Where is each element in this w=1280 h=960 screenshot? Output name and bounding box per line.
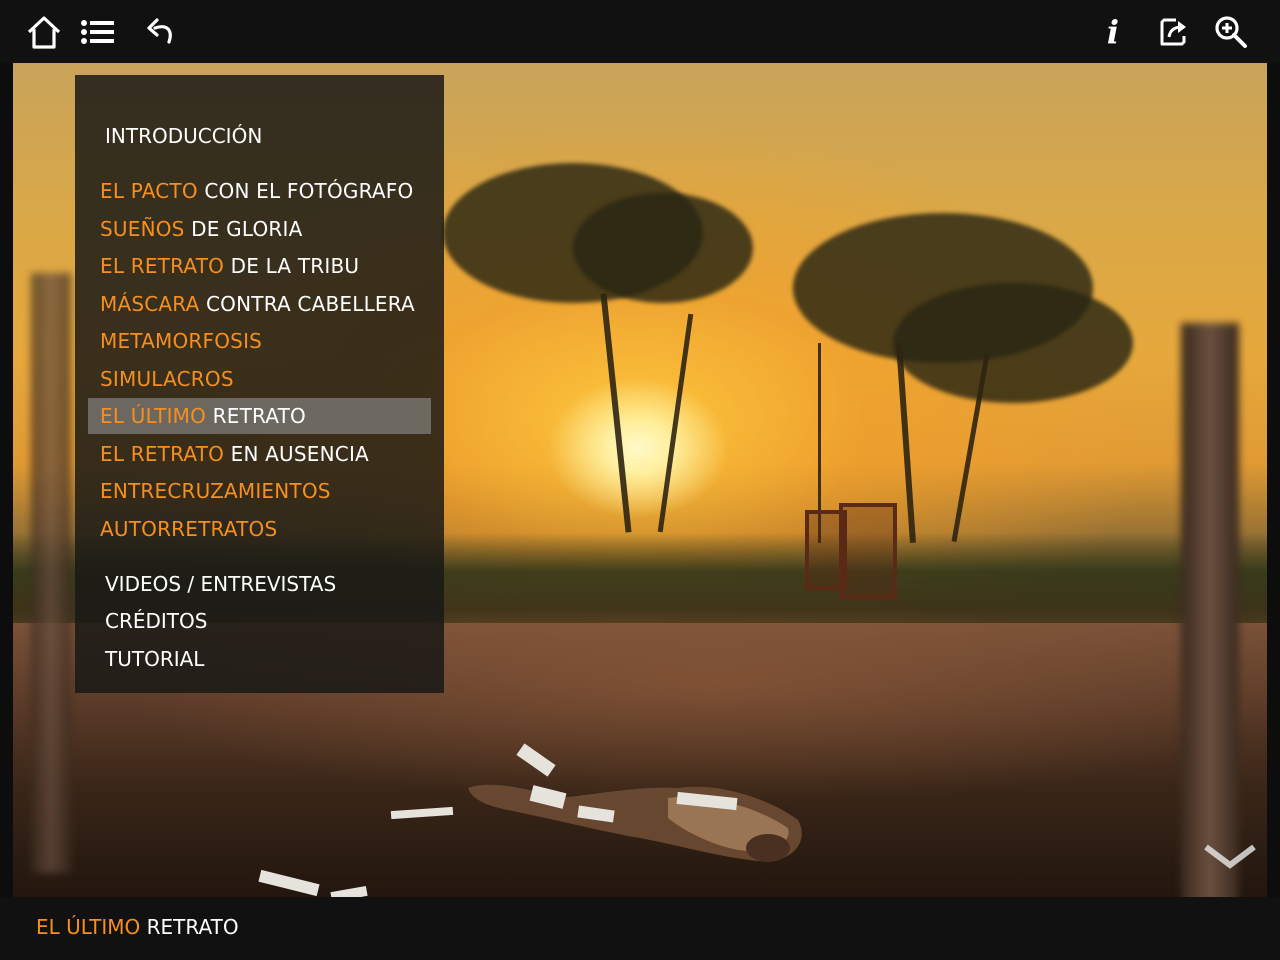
chapter-rest: RETRATO [206,404,306,428]
menu-item-chapter[interactable]: AUTORRETRATOS [100,516,277,542]
chapter-highlight: METAMORFOSIS [100,329,263,353]
menu-item-chapter[interactable]: EL RETRATO EN AUSENCIA [100,441,369,467]
chapter-rest: DE GLORIA [184,217,303,241]
chapter-rest: CONTRA CABELLERA [199,292,415,316]
list-icon[interactable] [78,12,118,52]
chapter-rest: CON EL FOTÓGRAFO [197,179,414,203]
chapter-rest: DE LA TRIBU [224,254,360,278]
menu-item-chapter[interactable]: METAMORFOSIS [100,328,262,354]
lying-figure [468,784,802,862]
menu-item-chapter[interactable]: ENTRECRUZAMIENTOS [100,478,331,504]
chapter-highlight: SUEÑOS [100,217,185,241]
menu-item-chapter-selected[interactable]: EL ÚLTIMO RETRATO [100,403,306,429]
chevron-down-icon[interactable] [1203,843,1257,877]
home-icon[interactable] [24,12,64,52]
top-toolbar: i [0,0,1280,63]
chapter-highlight: AUTORRETRATOS [100,517,278,541]
menu-item-tutorial[interactable]: TUTORIAL [105,646,204,672]
menu-item-introduccion[interactable]: INTRODUCCIÓN [105,123,262,149]
menu-item-videos[interactable]: VIDEOS / ENTREVISTAS [105,571,336,597]
chapter-highlight: EL RETRATO [100,254,225,278]
menu-item-chapter[interactable]: EL RETRATO DE LA TRIBU [100,253,359,279]
menu-item-creditos[interactable]: CRÉDITOS [105,608,207,634]
tree-trunk [600,293,632,533]
info-icon[interactable]: i [1093,12,1133,52]
current-chapter-title: EL ÚLTIMO RETRATO [36,914,239,940]
tree-canopy [573,193,753,303]
fence-post [1181,323,1239,897]
menu-item-chapter[interactable]: SUEÑOS DE GLORIA [100,216,302,242]
menu-item-chapter[interactable]: SIMULACROS [100,366,234,392]
chapter-highlight: EL RETRATO [100,442,225,466]
fence-post [31,273,71,873]
share-icon[interactable] [1153,12,1193,52]
zoom-in-icon[interactable] [1211,12,1251,52]
tree-canopy [893,283,1133,403]
tree-trunk [657,313,694,533]
current-chapter-rest: RETRATO [140,915,239,939]
menu-item-chapter[interactable]: MÁSCARA CONTRA CABELLERA [100,291,415,317]
menu-item-chapter[interactable]: EL PACTO CON EL FOTÓGRAFO [100,178,413,204]
chapter-highlight: ENTRECRUZAMIENTOS [100,479,331,503]
info-glyph: i [1106,13,1120,51]
chapter-highlight: SIMULACROS [100,367,234,391]
chapter-highlight: EL PACTO [100,179,198,203]
chapter-highlight: MÁSCARA [100,292,200,316]
chapter-rest: EN AUSENCIA [224,442,369,466]
current-chapter-highlight: EL ÚLTIMO [36,915,141,939]
rusty-crate [839,503,897,599]
back-arrow-icon[interactable] [141,12,181,52]
chapter-highlight: EL ÚLTIMO [100,404,207,428]
